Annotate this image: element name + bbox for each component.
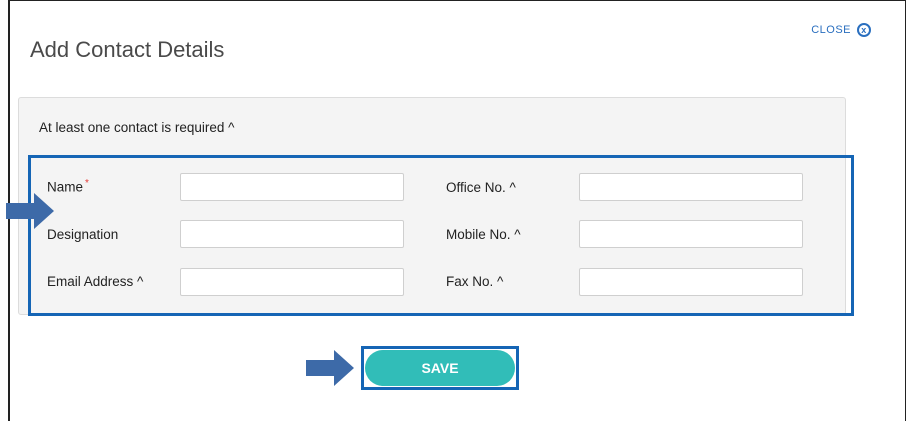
email-label: Email Address ^ xyxy=(47,274,144,289)
arrow-right-icon xyxy=(6,193,54,229)
close-label: CLOSE xyxy=(811,24,851,36)
email-input[interactable] xyxy=(180,268,404,296)
fax-label: Fax No. ^ xyxy=(446,274,504,289)
fax-input[interactable] xyxy=(579,268,803,296)
required-note: At least one contact is required ^ xyxy=(39,120,235,135)
designation-input[interactable] xyxy=(180,220,404,248)
arrow-right-icon xyxy=(306,350,354,386)
mobile-input[interactable] xyxy=(579,220,803,248)
close-button[interactable]: CLOSE x xyxy=(811,23,871,37)
office-input[interactable] xyxy=(579,173,803,201)
required-marker: * xyxy=(85,178,89,189)
close-icon: x xyxy=(857,23,871,37)
designation-label: Designation xyxy=(47,227,119,242)
save-button[interactable]: SAVE xyxy=(365,350,515,386)
office-label: Office No. ^ xyxy=(446,180,516,195)
mobile-label: Mobile No. ^ xyxy=(446,227,521,242)
dialog-title: Add Contact Details xyxy=(30,37,225,62)
name-input[interactable] xyxy=(180,173,404,201)
